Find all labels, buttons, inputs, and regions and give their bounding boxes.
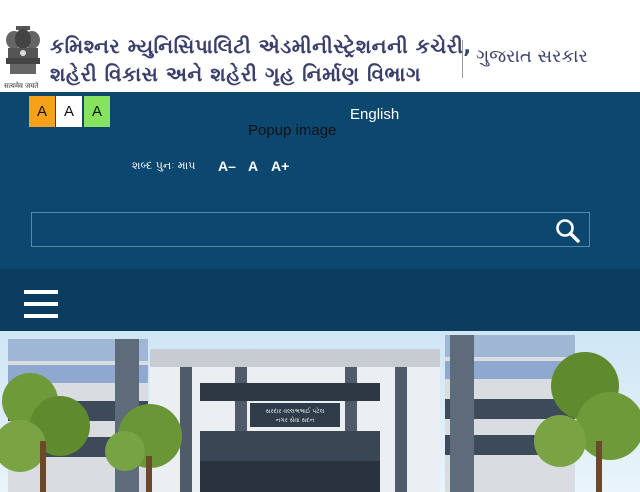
hamburger-menu-icon[interactable] <box>24 290 58 319</box>
search-bar <box>31 212 590 247</box>
building-photo: સરદાર વલ્લભભાઈ પટેલ નગર સેવા સદન <box>0 331 640 492</box>
contrast-green-button[interactable]: A <box>84 96 110 127</box>
government-name: ગુજરાત સરકાર <box>476 46 588 67</box>
language-english-link[interactable]: English <box>350 106 399 123</box>
site-header: सत्यमेव जयते કમિશ્નર મ્યુનિસિપાલિટી એડમી… <box>0 0 640 92</box>
page-title-line2: શહેરી વિકાસ અને શહેરી ગૃહ નિર્માણ વિભાગ <box>50 62 422 86</box>
national-emblem-icon <box>6 26 40 74</box>
search-input[interactable] <box>36 217 536 243</box>
contrast-orange-button[interactable]: A <box>29 96 55 127</box>
contrast-white-button[interactable]: A <box>56 96 82 127</box>
popup-image[interactable]: Popup image <box>248 122 336 139</box>
building-sign-line1: સરદાર વલ્લભભાઈ પટેલ <box>266 407 325 415</box>
hero-banner-image: સરદાર વલ્લભભાઈ પટેલ નગર સેવા સદન <box>0 331 640 492</box>
emblem-motto: सत्यमेव जयते <box>4 82 39 90</box>
nav-bar <box>0 269 640 331</box>
header-divider <box>462 40 463 78</box>
font-reset-button[interactable]: A <box>248 158 258 174</box>
building-sign-line2: નગર સેવા સદન <box>276 416 315 424</box>
font-increase-button[interactable]: A+ <box>271 158 289 174</box>
search-icon[interactable] <box>555 218 581 244</box>
font-decrease-button[interactable]: A– <box>218 158 236 174</box>
font-size-label: શબ્દ પુનઃ માપ <box>132 159 196 172</box>
page-title-line1: કમિશ્નર મ્યુનિસિપાલિટી એડમીનીસ્ટ્રેશનની … <box>50 34 472 58</box>
